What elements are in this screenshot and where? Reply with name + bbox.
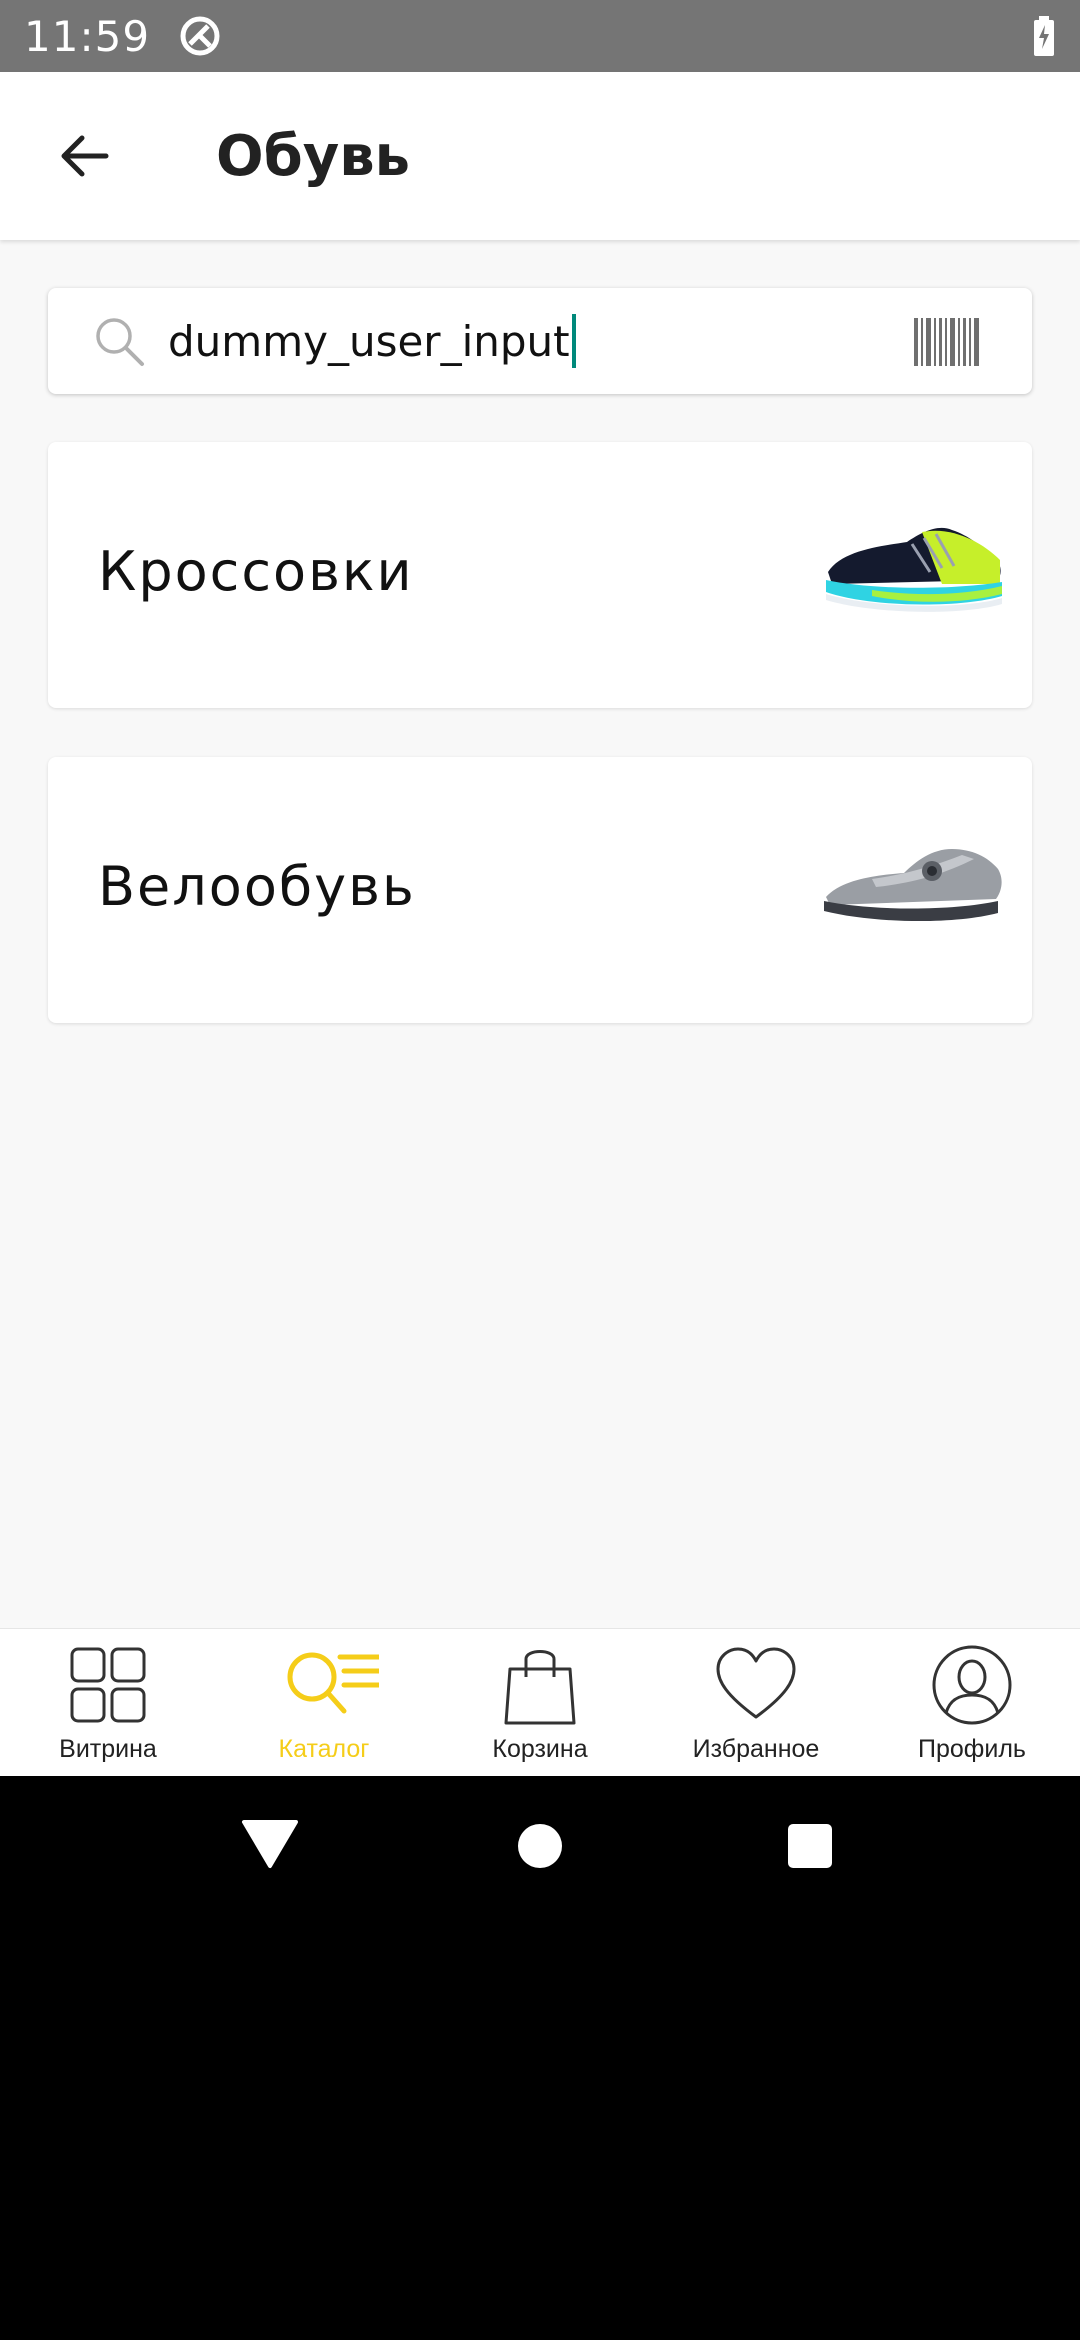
grid-icon xyxy=(70,1647,146,1723)
search-input-value: dummy_user_input xyxy=(168,316,570,366)
back-button[interactable] xyxy=(40,116,128,196)
nav-label: Избранное xyxy=(692,1735,820,1763)
status-time: 11:59 xyxy=(24,11,151,61)
running-shoe-image xyxy=(826,527,1002,612)
system-navigation-bar xyxy=(0,1776,1080,1918)
square-recents-icon[interactable] xyxy=(786,1822,834,1870)
triangle-back-icon[interactable] xyxy=(240,1818,300,1870)
category-label: Велообувь xyxy=(98,855,416,918)
status-bar: 11:59 xyxy=(0,0,1080,72)
arrow-left-icon xyxy=(61,135,109,177)
nav-item-profile[interactable]: Профиль xyxy=(864,1629,1080,1777)
notification-app-icon xyxy=(180,16,220,56)
search-input[interactable]: dummy_user_input xyxy=(168,306,928,376)
barcode-icon[interactable] xyxy=(914,318,980,366)
nav-label: Корзина xyxy=(492,1735,588,1763)
text-caret xyxy=(571,314,576,368)
category-card-cycling-shoes[interactable]: Велообувь xyxy=(48,757,1032,1023)
circle-home-icon[interactable] xyxy=(516,1822,564,1870)
category-card-sneakers[interactable]: Кроссовки xyxy=(48,442,1032,708)
screen: 11:59 Обувь dummy_user_input Кроссовки В… xyxy=(0,0,1080,2340)
shopping-bag-icon xyxy=(504,1650,576,1725)
category-label: Кроссовки xyxy=(98,540,414,603)
nav-label: Каталог xyxy=(278,1735,370,1763)
battery-charging-icon xyxy=(1034,16,1054,56)
profile-icon xyxy=(932,1645,1012,1725)
bottom-navigation: Витрина Каталог Корзина Избранное Профил… xyxy=(0,1628,1080,1776)
search-icon xyxy=(96,318,144,366)
nav-item-favorites[interactable]: Избранное xyxy=(648,1629,864,1777)
nav-label: Профиль xyxy=(918,1735,1026,1763)
heart-icon xyxy=(716,1647,796,1719)
search-box[interactable]: dummy_user_input xyxy=(48,288,1032,394)
nav-item-catalog[interactable]: Каталог xyxy=(216,1629,432,1777)
nav-label: Витрина xyxy=(59,1735,157,1763)
catalog-search-icon xyxy=(287,1652,379,1714)
catalog-content: dummy_user_input Кроссовки Велообувь xyxy=(0,240,1080,1628)
page-title: Обувь xyxy=(216,124,411,189)
nav-item-cart[interactable]: Корзина xyxy=(432,1629,648,1777)
nav-item-showcase[interactable]: Витрина xyxy=(0,1629,216,1777)
cycling-shoe-image xyxy=(824,849,1002,922)
app-bar: Обувь xyxy=(0,72,1080,240)
